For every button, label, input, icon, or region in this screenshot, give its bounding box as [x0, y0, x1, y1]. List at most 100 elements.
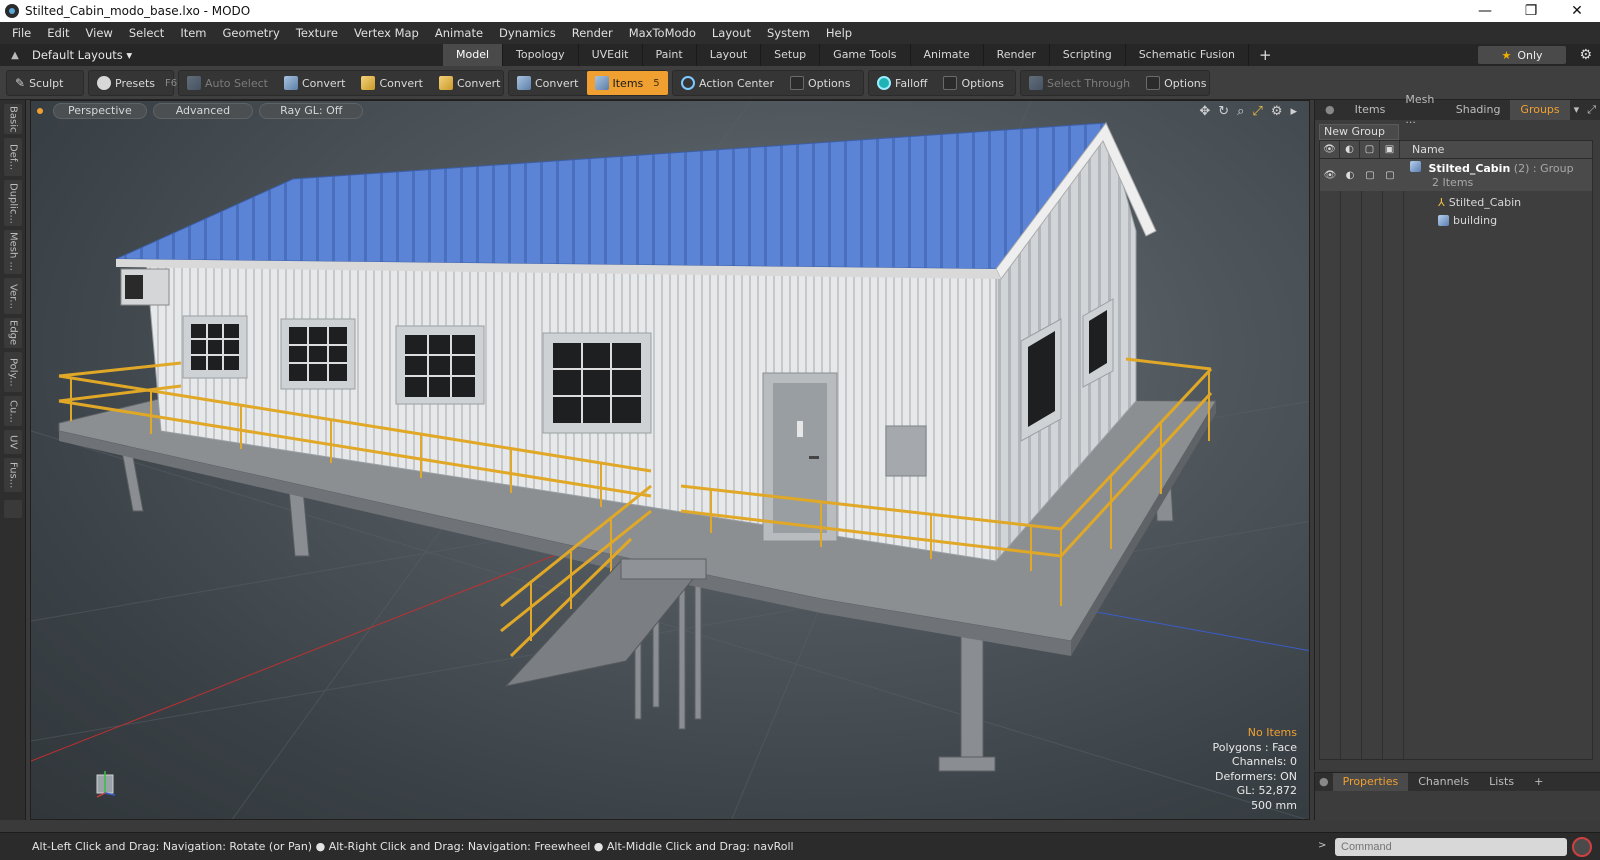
record-macro-icon[interactable] [1572, 837, 1592, 857]
vtab-duplicate[interactable]: Duplic... [4, 180, 22, 226]
tab-shading[interactable]: Shading [1446, 100, 1511, 120]
3d-viewport[interactable]: Perspective Advanced Ray GL: Off ✥ ↻ ⌕ ⤢… [30, 100, 1310, 820]
visibility-eye-icon[interactable]: 👁 [1320, 166, 1340, 184]
vtab-curve[interactable]: Cu... [4, 396, 22, 426]
tab-lists[interactable]: Lists [1479, 773, 1524, 791]
vtab-mesh[interactable]: Mesh ... [4, 230, 22, 274]
tab-paint[interactable]: Paint [643, 44, 697, 66]
menu-texture[interactable]: Texture [288, 26, 346, 40]
vtab-deform[interactable]: Def... [4, 138, 22, 176]
menu-item[interactable]: Item [172, 26, 214, 40]
menu-edit[interactable]: Edit [39, 26, 77, 40]
tab-properties[interactable]: Properties [1332, 773, 1409, 791]
auto-select-button[interactable]: Auto Select [179, 71, 276, 95]
lock-col-icon[interactable]: ▢ [1360, 140, 1380, 159]
layout-expand-icon[interactable]: ▲ [8, 48, 22, 62]
options-checkbox-icon [789, 76, 804, 90]
presets-button[interactable]: Presets F6 [89, 71, 185, 95]
fit-icon[interactable]: ⤢ [1252, 104, 1262, 119]
convert-vertices-button[interactable]: Convert [276, 71, 354, 95]
falloff-options-button[interactable]: Options [935, 71, 1011, 95]
panel-expand-icon[interactable]: ⤢ [1583, 100, 1600, 120]
add-tab-plus-icon[interactable]: + [1249, 44, 1282, 66]
close-button[interactable]: ✕ [1554, 0, 1600, 22]
panel-dot-icon[interactable]: ● [1315, 100, 1345, 120]
convert-edges-button[interactable]: Convert [353, 71, 431, 95]
select-toggle-icon[interactable]: ▢ [1380, 166, 1400, 184]
new-group-button[interactable]: New Group [1319, 124, 1399, 140]
menu-maxtomodo[interactable]: MaxToModo [621, 26, 704, 40]
action-center-options-button[interactable]: Options [782, 71, 858, 95]
render-col-icon[interactable]: ◐ [1340, 140, 1360, 159]
tree-row-building[interactable]: building [1320, 211, 1592, 229]
viewport-options-dot[interactable] [37, 108, 43, 114]
menu-help[interactable]: Help [818, 26, 860, 40]
tab-uvedit[interactable]: UVEdit [579, 44, 643, 66]
menu-vertex-map[interactable]: Vertex Map [346, 26, 427, 40]
command-history-icon[interactable]: > [1318, 840, 1326, 851]
command-input[interactable] [1335, 838, 1567, 856]
tab-items[interactable]: Items [1345, 100, 1396, 120]
menu-file[interactable]: File [4, 26, 39, 40]
tabs-dropdown-icon[interactable]: ▾ [1570, 100, 1584, 120]
viewport-settings-icon[interactable]: ⚙ [1271, 104, 1283, 119]
tab-model[interactable]: Model [443, 44, 504, 66]
raygl-button[interactable]: Ray GL: Off [259, 103, 364, 119]
view-mode-button[interactable]: Perspective [53, 103, 147, 119]
menu-dynamics[interactable]: Dynamics [491, 26, 564, 40]
tab-layout[interactable]: Layout [697, 44, 762, 66]
panel-dot-icon[interactable]: ● [1315, 773, 1333, 791]
electrical-box [885, 425, 927, 477]
add-tab-button[interactable]: + [1524, 773, 1553, 791]
tab-scripting[interactable]: Scripting [1050, 44, 1126, 66]
tab-topology[interactable]: Topology [503, 44, 579, 66]
tab-render[interactable]: Render [984, 44, 1050, 66]
minimize-button[interactable]: — [1462, 0, 1508, 22]
tab-groups[interactable]: Groups [1510, 100, 1570, 120]
vtab-polygon[interactable]: Poly... [4, 352, 22, 392]
select-col-icon[interactable]: ▣ [1380, 140, 1400, 159]
gear-icon[interactable]: ⚙ [1579, 47, 1592, 63]
tab-channels[interactable]: Channels [1408, 773, 1479, 791]
tab-schematic-fusion[interactable]: Schematic Fusion [1126, 44, 1250, 66]
falloff-button[interactable]: Falloff [869, 71, 935, 95]
shading-mode-button[interactable]: Advanced [152, 103, 254, 119]
tab-mesh[interactable]: Mesh ... [1395, 90, 1445, 130]
sculpt-button[interactable]: ✎ Sculpt [7, 71, 71, 95]
vtab-collapse[interactable] [4, 500, 22, 518]
menu-system[interactable]: System [759, 26, 818, 40]
lock-toggle-icon[interactable]: ▢ [1360, 166, 1380, 184]
menu-geometry[interactable]: Geometry [215, 26, 288, 40]
items-mode-button[interactable]: Items 5 [586, 71, 668, 95]
menu-view[interactable]: View [78, 26, 121, 40]
select-through-options-button[interactable]: Options [1138, 71, 1214, 95]
action-center-button[interactable]: Action Center [673, 71, 782, 95]
menu-render[interactable]: Render [564, 26, 621, 40]
menu-animate[interactable]: Animate [427, 26, 491, 40]
vtab-fusion[interactable]: Fus... [4, 458, 22, 492]
menu-select[interactable]: Select [121, 26, 172, 40]
rotate-icon[interactable]: ↻ [1218, 104, 1229, 119]
restore-button[interactable]: ❐ [1508, 0, 1554, 22]
tab-setup[interactable]: Setup [761, 44, 821, 66]
vtab-edge[interactable]: Edge [4, 318, 22, 348]
only-toggle-button[interactable]: ★ Only [1478, 46, 1566, 64]
zoom-icon[interactable]: ⌕ [1237, 104, 1244, 119]
vtab-vertex[interactable]: Ver... [4, 278, 22, 314]
name-column-header[interactable]: Name [1400, 143, 1444, 156]
pan-icon[interactable]: ✥ [1199, 104, 1210, 119]
tree-row-group[interactable]: 👁 ◐ ▢ ▢ Stilted_Cabin (2) : Group 2 Item… [1320, 159, 1592, 191]
render-toggle-icon[interactable]: ◐ [1340, 166, 1360, 184]
menu-layout[interactable]: Layout [704, 26, 759, 40]
tab-game-tools[interactable]: Game Tools [820, 44, 911, 66]
default-layouts-dropdown[interactable]: Default Layouts ▾ [32, 48, 132, 62]
tree-row-stilted-cabin[interactable]: ⅄ Stilted_Cabin [1320, 193, 1592, 211]
vtab-basic[interactable]: Basic [4, 104, 22, 134]
convert-polygons-button[interactable]: Convert [431, 71, 509, 95]
select-through-button[interactable]: Select Through [1021, 71, 1138, 95]
tab-animate[interactable]: Animate [911, 44, 984, 66]
convert-items-button[interactable]: Convert [509, 71, 587, 95]
vtab-uv[interactable]: UV [4, 430, 22, 454]
viewport-expand-icon[interactable]: ▸ [1290, 104, 1297, 119]
visibility-col-icon[interactable]: 👁 [1320, 140, 1340, 159]
